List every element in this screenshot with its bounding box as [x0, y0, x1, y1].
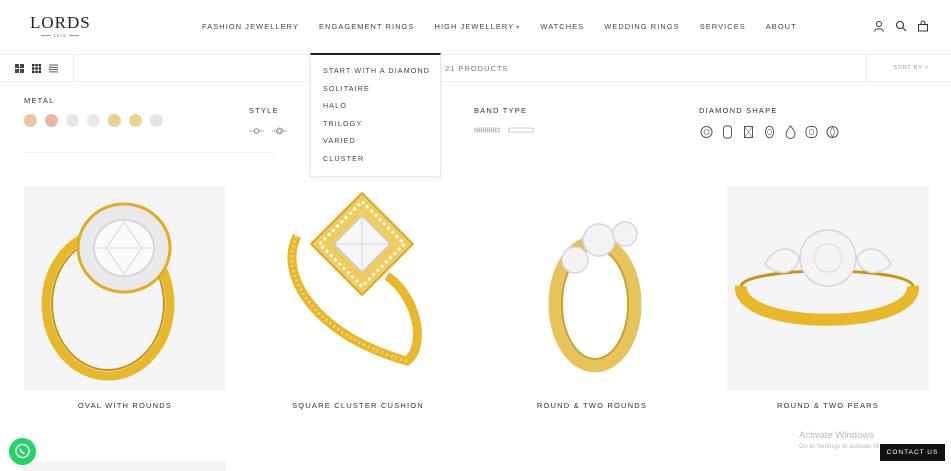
- next-row-product-image: [24, 462, 226, 471]
- emerald-shape-icon[interactable]: [720, 125, 735, 139]
- product-image[interactable]: [257, 186, 459, 391]
- product-card[interactable]: ROUND & TWO PEARS: [727, 186, 929, 410]
- toolbar-divider: [73, 55, 74, 82]
- product-card[interactable]: SQUARE CLUSTER CUSHION: [257, 186, 459, 410]
- metal-swatches: [24, 114, 171, 127]
- nav-wedding-rings[interactable]: WEDDING RINGS: [604, 22, 679, 31]
- dropdown-item-halo[interactable]: HALO: [311, 101, 440, 119]
- grid-3-icon[interactable]: [32, 64, 41, 73]
- brilliant-shape-icon[interactable]: [825, 125, 840, 139]
- product-card[interactable]: OVAL WITH ROUNDS: [24, 186, 226, 410]
- metal-swatch[interactable]: [45, 114, 58, 127]
- style-filter: STYLE: [249, 106, 295, 135]
- logo-text: LORDS: [30, 13, 91, 32]
- cushion-shape-icon[interactable]: [804, 125, 819, 139]
- nav-label: WEDDING RINGS: [604, 22, 680, 31]
- filter-divider: [24, 152, 274, 153]
- metal-swatch[interactable]: [129, 114, 142, 127]
- product-name[interactable]: ROUND & TWO PEARS: [727, 401, 929, 410]
- filter-title: DIAMOND SHAPE: [699, 106, 778, 115]
- oval-halo-ring-image: [41, 202, 175, 381]
- shape-icons: [699, 125, 846, 139]
- view-toggles: [15, 64, 66, 73]
- account-icon[interactable]: [873, 20, 885, 32]
- metal-swatch[interactable]: [108, 114, 121, 127]
- header-icons: [863, 20, 929, 32]
- metal-swatch[interactable]: [24, 114, 37, 127]
- whatsapp-icon[interactable]: [9, 438, 36, 465]
- sort-by-label: SORT BY: [893, 65, 923, 71]
- dropdown-item-varied[interactable]: VARIED: [311, 136, 440, 154]
- dropdown-item-start-with-a-diamond[interactable]: START WITH A DIAMOND: [311, 66, 440, 84]
- chevron-down-icon: ▾: [516, 25, 521, 31]
- halo-style-icon[interactable]: [272, 127, 287, 135]
- search-icon[interactable]: [895, 20, 907, 32]
- filter-panel: METAL STYLE BAND TYPE DIAMOND SHAPE: [0, 82, 951, 154]
- metal-swatch[interactable]: [87, 114, 100, 127]
- pave-band-icon[interactable]: [474, 127, 500, 133]
- nav-high-jewellery[interactable]: HIGH JEWELLERY ▾: [435, 22, 521, 31]
- main-nav: FASHION JEWELLERY ENGAGEMENT RINGS HIGH …: [202, 22, 817, 31]
- filter-title: BAND TYPE: [474, 106, 528, 115]
- product-name[interactable]: SQUARE CLUSTER CUSHION: [257, 401, 459, 410]
- product-image[interactable]: [24, 186, 226, 391]
- bag-icon[interactable]: [917, 20, 929, 32]
- band-type-filter: BAND TYPE: [474, 106, 542, 133]
- nav-label: SERVICES: [699, 22, 746, 31]
- site-header: LORDS 1975 FASHION JEWELLERY ENGAGEMENT …: [0, 0, 951, 54]
- product-image[interactable]: [491, 186, 693, 391]
- product-image[interactable]: [727, 186, 929, 391]
- listing-toolbar: 21 PRODUCTS SORT BY ˅: [0, 54, 951, 82]
- metal-swatch[interactable]: [150, 114, 163, 127]
- metal-filter: METAL: [24, 96, 171, 127]
- contact-us-button[interactable]: CONTACT US: [880, 444, 945, 461]
- diamond-shape-filter: DIAMOND SHAPE: [699, 106, 846, 139]
- oval-shape-icon[interactable]: [762, 125, 777, 139]
- nav-fashion-jewellery[interactable]: FASHION JEWELLERY: [202, 22, 299, 31]
- plain-band-icon[interactable]: [508, 127, 534, 133]
- nav-watches[interactable]: WATCHES: [540, 22, 584, 31]
- chevron-down-icon: ˅: [924, 65, 929, 71]
- product-count: 21 PRODUCTS: [445, 64, 509, 73]
- product-card[interactable]: ROUND & TWO ROUNDS: [491, 186, 693, 410]
- sort-by-dropdown[interactable]: SORT BY ˅: [893, 65, 929, 71]
- pear-shape-icon[interactable]: [783, 125, 798, 139]
- filter-title: STYLE: [249, 106, 279, 115]
- nav-label: ENGAGEMENT RINGS: [319, 22, 415, 31]
- activate-title: Activate Windows: [799, 430, 874, 441]
- grid-2-icon[interactable]: [15, 64, 24, 73]
- round-and-two-pears-ring-image: [735, 229, 919, 326]
- nav-about[interactable]: ABOUT: [766, 22, 797, 31]
- round-and-two-rounds-ring-image: [548, 221, 642, 373]
- engagement-rings-dropdown: START WITH A DIAMOND SOLITAIRE HALO TRIL…: [310, 53, 441, 177]
- product-name[interactable]: OVAL WITH ROUNDS: [24, 401, 226, 410]
- nav-label: FASHION JEWELLERY: [202, 22, 300, 31]
- dropdown-item-trilogy[interactable]: TRILOGY: [311, 119, 440, 137]
- square-cluster-ring-image: [287, 191, 422, 366]
- dropdown-item-solitaire[interactable]: SOLITAIRE: [311, 84, 440, 102]
- product-name[interactable]: ROUND & TWO ROUNDS: [491, 401, 693, 410]
- dropdown-item-cluster[interactable]: CLUSTER: [311, 154, 440, 172]
- metal-swatch[interactable]: [66, 114, 79, 127]
- round-shape-icon[interactable]: [699, 125, 714, 139]
- style-icons: [249, 127, 295, 135]
- toolbar-divider: [866, 55, 867, 82]
- logo-year: 1975: [30, 33, 90, 38]
- solitaire-style-icon[interactable]: [249, 127, 264, 135]
- nav-label: ABOUT: [765, 22, 797, 31]
- nav-engagement-rings[interactable]: ENGAGEMENT RINGS: [319, 22, 415, 31]
- list-icon[interactable]: [49, 64, 58, 73]
- nav-label: WATCHES: [540, 22, 585, 31]
- filter-title: METAL: [24, 96, 55, 105]
- nav-label: HIGH JEWELLERY: [434, 22, 515, 31]
- princess-shape-icon[interactable]: [741, 125, 756, 139]
- lords-logo[interactable]: LORDS 1975: [30, 14, 90, 38]
- nav-services[interactable]: SERVICES: [700, 22, 746, 31]
- band-icons: [474, 127, 542, 133]
